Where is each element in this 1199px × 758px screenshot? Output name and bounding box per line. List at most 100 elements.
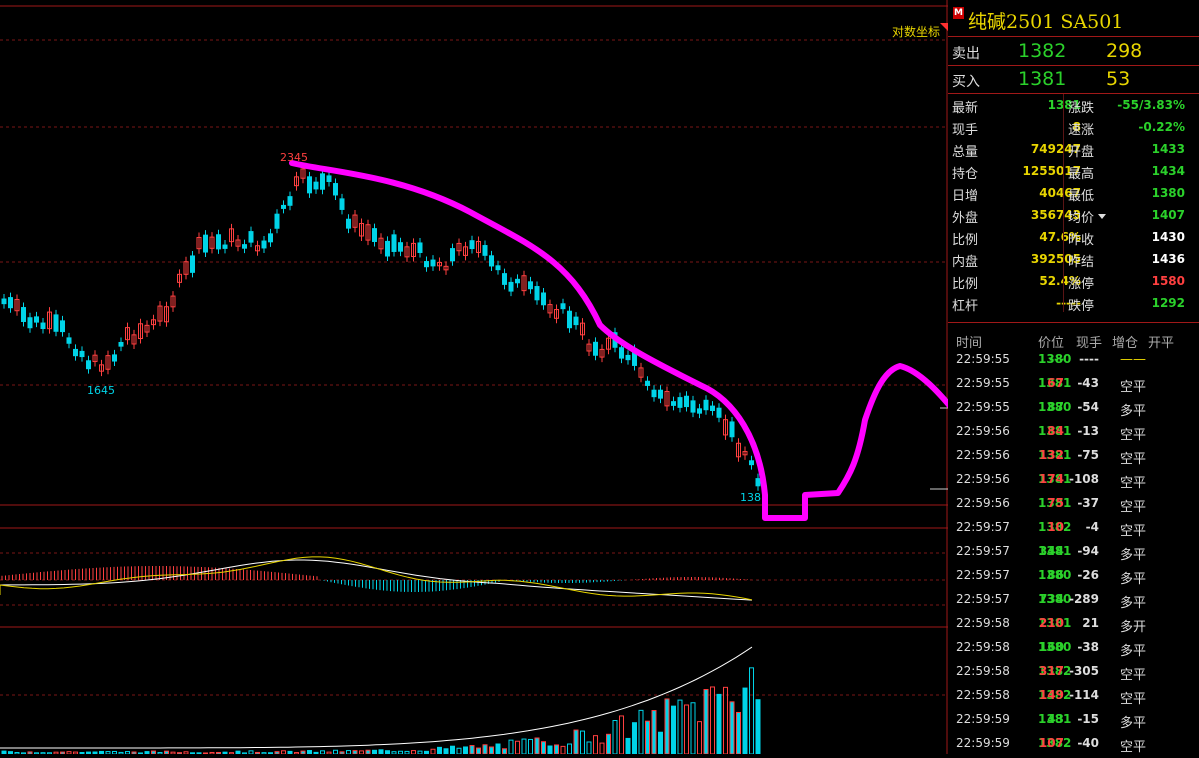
- quote-label: 开盘: [1068, 145, 1095, 160]
- contract-title[interactable]: 纯碱2501 SA501: [968, 7, 1123, 34]
- tick-oi-change: -37: [1077, 496, 1099, 510]
- tick-row[interactable]: 22:59:55 1380 87 -54 多平: [948, 395, 1199, 419]
- volume-bar: [430, 748, 436, 755]
- volume-bar: [307, 750, 312, 755]
- quote-label: 持仓: [952, 167, 979, 182]
- candle-body: [515, 278, 520, 284]
- tick-oi-change: -40: [1077, 736, 1099, 750]
- quote-row: 内盘 392505 昨结 1436: [948, 248, 1199, 270]
- annotation-trend-curve: [289, 160, 1030, 521]
- tick-hand: 75: [1047, 496, 1064, 510]
- volume-bar: [476, 747, 481, 755]
- candle-body: [450, 248, 455, 262]
- quote-label: 内盘: [952, 255, 979, 270]
- volume-bar: [515, 740, 520, 755]
- tick-row[interactable]: 22:59:55 1380 --- ---- ——: [948, 347, 1199, 371]
- tick-hand: 160: [1038, 640, 1064, 654]
- tick-row[interactable]: 22:59:57 1380 86 -26 多平: [948, 563, 1199, 587]
- candle-body: [749, 460, 754, 466]
- candle-body: [216, 234, 221, 250]
- candle-body: [671, 401, 676, 406]
- tick-row[interactable]: 22:59:58 1381 210 21 多开: [948, 611, 1199, 635]
- volume-bar: [508, 739, 514, 755]
- candle-body: [274, 213, 280, 229]
- tick-open-close: 空平: [1120, 524, 1147, 539]
- tick-time: 22:59:58: [956, 688, 1010, 702]
- candle-body: [320, 173, 325, 190]
- volume-bar: [645, 720, 650, 755]
- tick-row[interactable]: 22:59:57 1380 734 -289 多平: [948, 587, 1199, 611]
- tick-row[interactable]: 22:59:55 1381 67 -43 空平: [948, 371, 1199, 395]
- volume-bar: [469, 745, 475, 755]
- tick-row[interactable]: 22:59:56 1381 174 -108 空平: [948, 467, 1199, 491]
- candle-body: [495, 265, 501, 271]
- volume-bar: [703, 689, 709, 755]
- volume-bar: [690, 702, 696, 755]
- candle-body: [684, 395, 689, 408]
- candle-body: [697, 408, 702, 414]
- candle-body: [248, 231, 254, 243]
- candle-body: [619, 347, 624, 359]
- candle-body: [261, 240, 267, 249]
- candle-body: [560, 303, 566, 310]
- tick-row[interactable]: 22:59:59 1381 43 -15 多平: [948, 707, 1199, 731]
- chevron-down-icon[interactable]: [1098, 214, 1106, 219]
- tick-oi-change: -114: [1068, 688, 1099, 702]
- candle-body: [287, 196, 293, 206]
- candle-body: [469, 240, 475, 250]
- tick-time: 22:59:55: [956, 352, 1010, 366]
- candle-body: [333, 183, 338, 196]
- candle-body: [53, 314, 59, 332]
- candle-body: [1, 298, 7, 305]
- tick-open-close: 空平: [1120, 380, 1147, 395]
- tick-row[interactable]: 22:59:59 1382 107 -40 空平: [948, 731, 1199, 755]
- quote-label: 均价: [1068, 211, 1095, 226]
- volume-bar: [710, 686, 715, 755]
- volume-bar: [606, 733, 611, 755]
- kline-chart[interactable]: [0, 0, 1030, 755]
- ask-row[interactable]: 卖出 1382 298: [948, 37, 1199, 65]
- tick-row[interactable]: 22:59:58 1382 149 -114 空平: [948, 683, 1199, 707]
- tick-row[interactable]: 22:59:57 1381 344 -94 多平: [948, 539, 1199, 563]
- quote-label: 跌停: [1068, 299, 1095, 314]
- tick-open-close: 空平: [1120, 740, 1147, 755]
- tick-open-close: 空平: [1120, 452, 1147, 467]
- volume-bar: [664, 698, 670, 755]
- quote-label: 比例: [952, 277, 979, 292]
- quote-value: 1292: [1151, 296, 1185, 310]
- candle-body: [658, 389, 663, 399]
- volume-bar: [547, 745, 553, 755]
- tick-row[interactable]: 22:59:58 1380 160 -38 多平: [948, 635, 1199, 659]
- log-scale-label[interactable]: 对数坐标: [892, 23, 940, 40]
- tick-hand: 87: [1047, 400, 1064, 414]
- tick-time: 22:59:58: [956, 640, 1010, 654]
- quote-value: 1434: [1151, 164, 1185, 178]
- tick-time: 22:59:57: [956, 520, 1010, 534]
- kline-chart-area[interactable]: 对数坐标 2345 1645 138: [0, 0, 1030, 755]
- volume-bar: [651, 710, 657, 755]
- bid-volume: 53: [1106, 68, 1131, 90]
- tick-row[interactable]: 22:59:56 1381 132 -75 空平: [948, 443, 1199, 467]
- last-price-label: 138: [740, 491, 761, 504]
- tick-row[interactable]: 22:59:58 1382 317 -305 空平: [948, 659, 1199, 683]
- quote-label: 昨收: [1068, 233, 1095, 248]
- bid-row[interactable]: 买入 1381 53: [948, 65, 1199, 93]
- candle-body: [528, 281, 533, 290]
- tick-row[interactable]: 22:59:57 1382 10 -4 空平: [948, 515, 1199, 539]
- volume-bar: [658, 731, 663, 755]
- candle-body: [729, 421, 735, 438]
- tick-row[interactable]: 22:59:56 1381 75 -37 空平: [948, 491, 1199, 515]
- candle-body: [508, 281, 514, 292]
- candle-body: [8, 297, 13, 309]
- tick-hand: 67: [1047, 376, 1064, 390]
- tick-row[interactable]: 22:59:56 1381 84 -13 空平: [948, 419, 1199, 443]
- quote-label: 比例: [952, 233, 979, 248]
- candle-body: [534, 286, 540, 301]
- candle-body: [391, 234, 397, 252]
- bid-price: 1381: [1018, 68, 1067, 90]
- volume-bar: [742, 687, 748, 755]
- volume-bar: [437, 746, 442, 755]
- candle-body: [118, 341, 124, 347]
- candle-body: [703, 399, 709, 411]
- tick-oi-change: -54: [1077, 400, 1099, 414]
